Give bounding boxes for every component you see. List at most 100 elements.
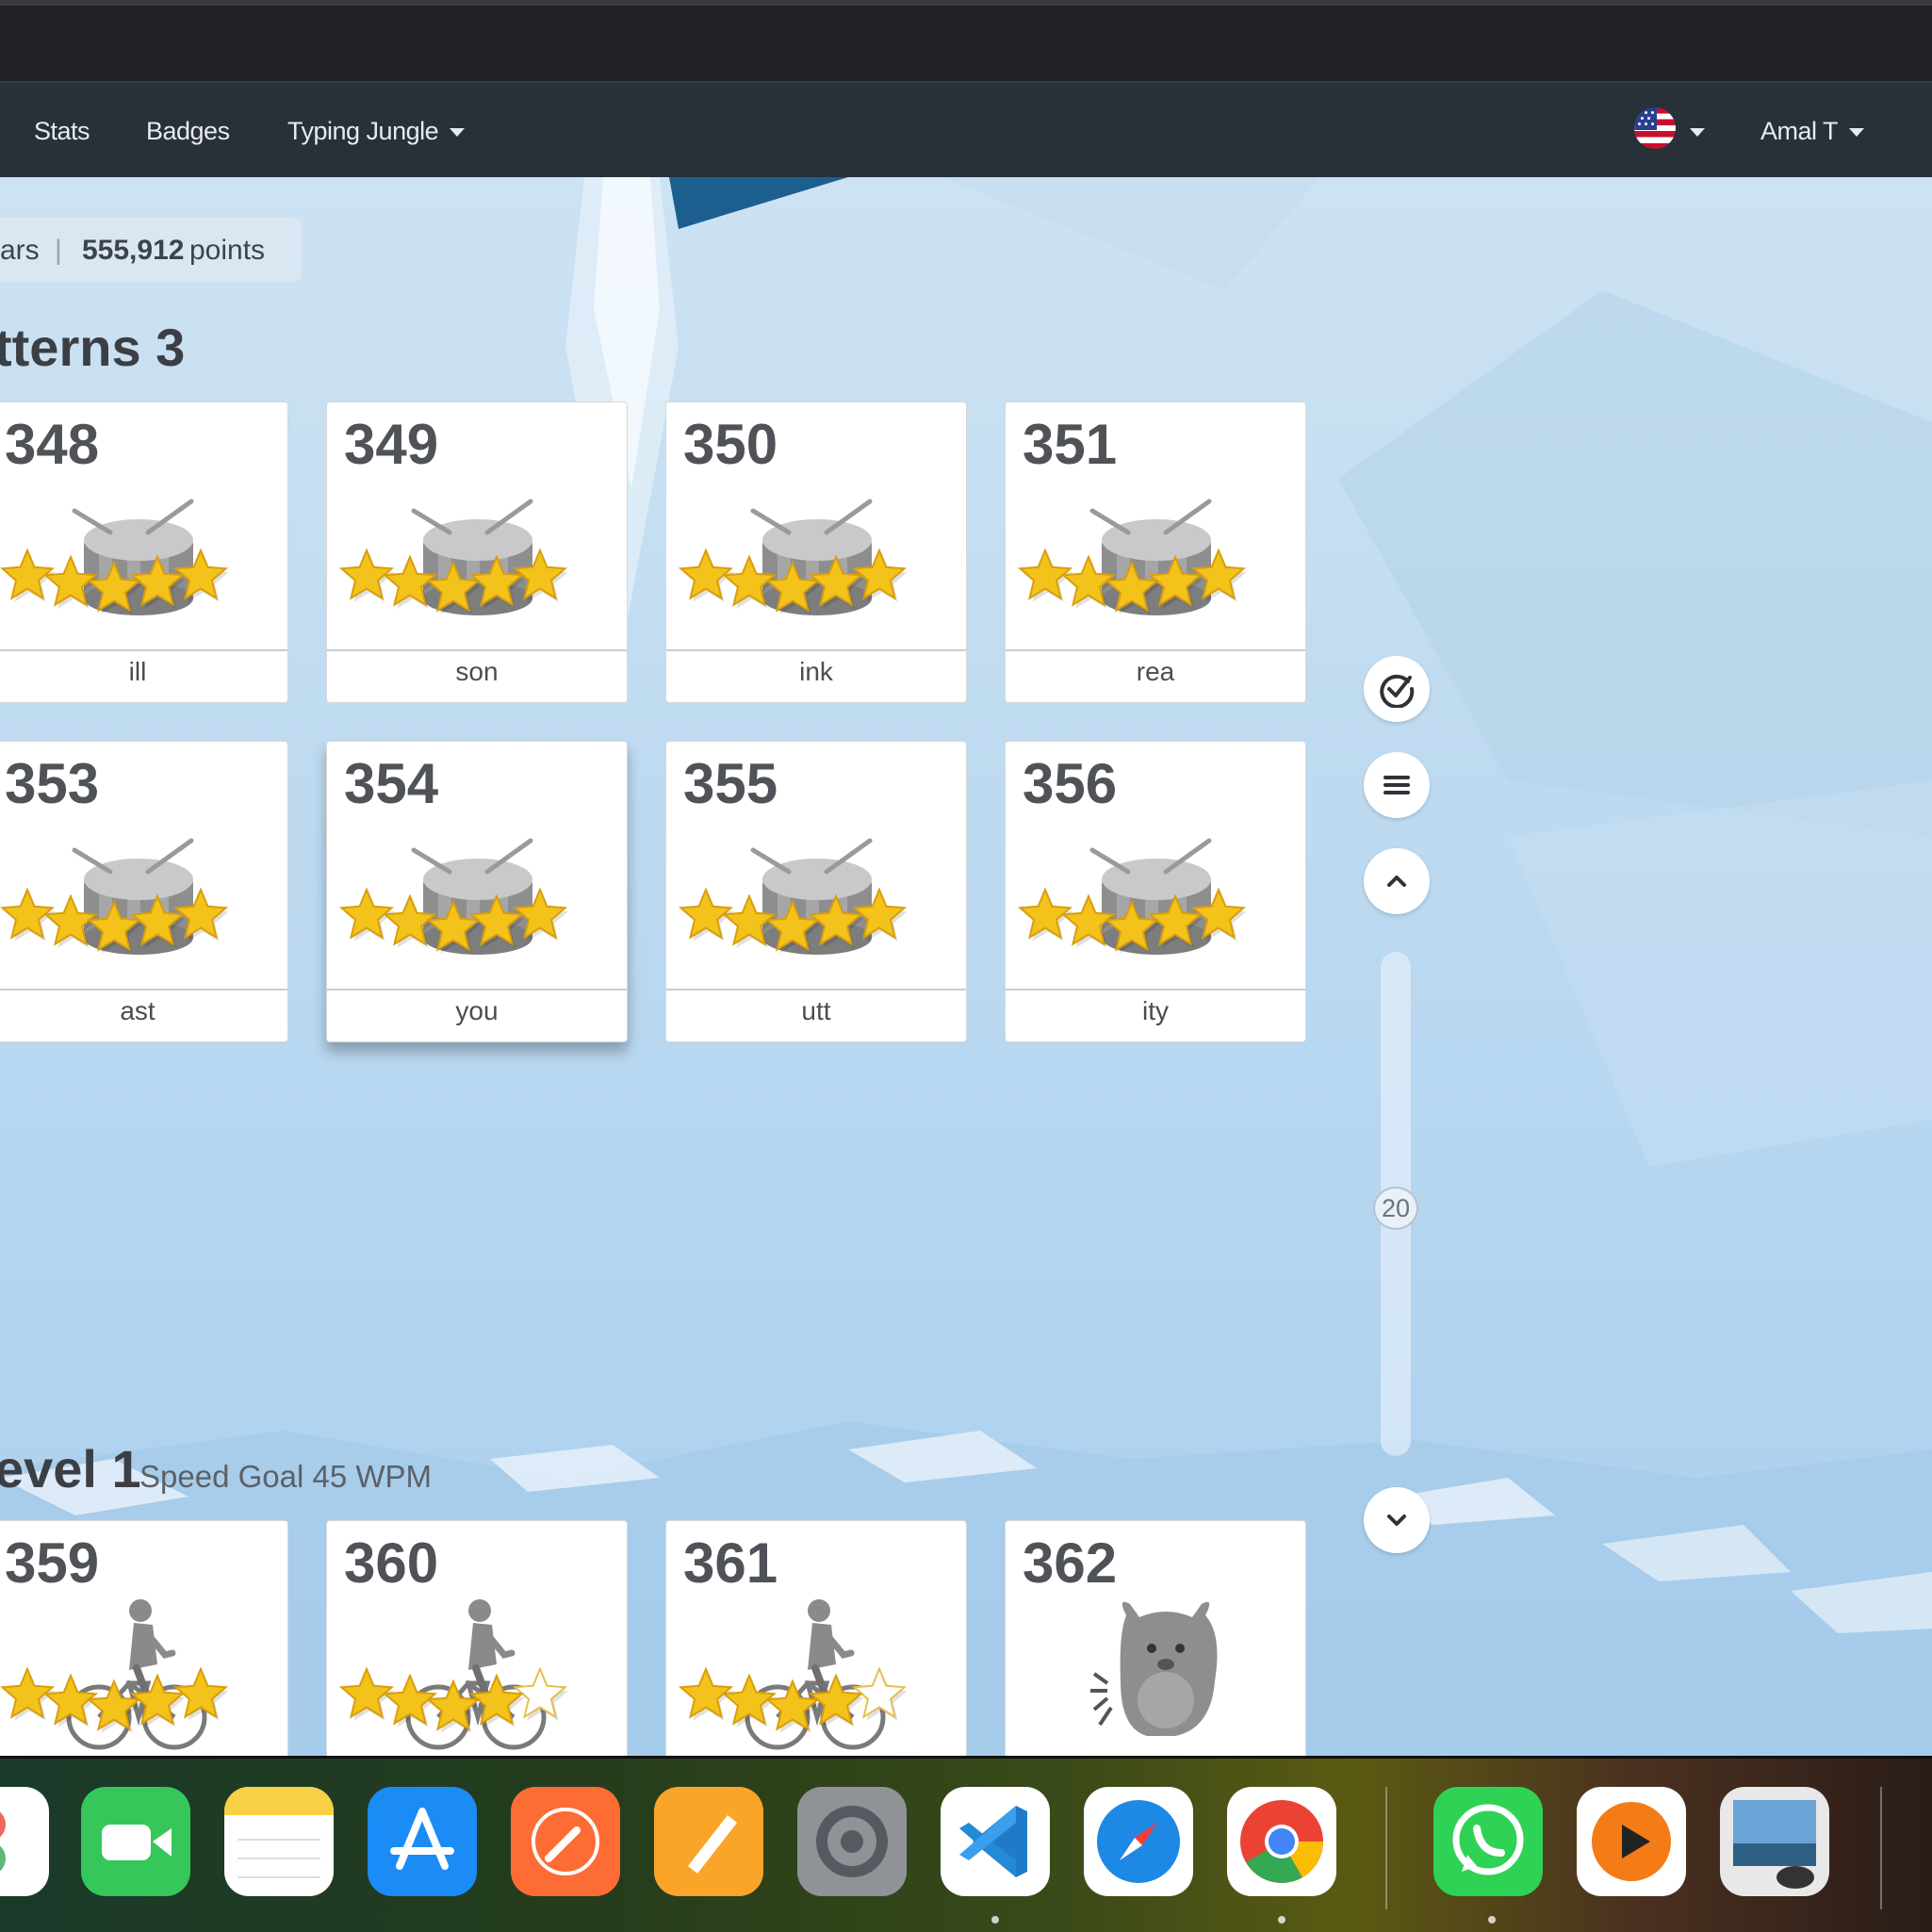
pages-icon[interactable] [654, 1787, 763, 1896]
language-caret-icon[interactable] [1690, 128, 1705, 137]
lesson-card-362[interactable]: 362 [1005, 1520, 1306, 1756]
card-divider [666, 649, 966, 651]
chevron-up-icon [1387, 876, 1406, 887]
macos-dock [0, 1756, 1932, 1932]
card-divider [666, 989, 966, 991]
lesson-number: 362 [1023, 1531, 1118, 1595]
lesson-card-348[interactable]: 348 ill [0, 401, 288, 703]
monster-icon [1090, 1601, 1218, 1736]
cyclist-icon [338, 1599, 568, 1750]
nav-typing-jungle-label: Typing Jungle [287, 117, 439, 145]
lesson-number: 349 [344, 413, 439, 476]
stats-separator: | [55, 235, 62, 266]
photos-icon[interactable] [0, 1787, 49, 1896]
lesson-card-359[interactable]: 359 [0, 1520, 288, 1756]
card-divider [327, 649, 627, 651]
chevron-down-icon [1849, 128, 1865, 138]
card-divider [327, 989, 627, 991]
drum-icon [338, 838, 568, 955]
lesson-number: 361 [683, 1531, 778, 1595]
infuse-icon[interactable] [1577, 1787, 1686, 1896]
drum-icon [678, 838, 908, 955]
dock-separator [1880, 1787, 1882, 1909]
lesson-card-349[interactable]: 349 son [326, 401, 628, 703]
scroll-up-button[interactable] [1364, 848, 1430, 914]
lesson-card-351[interactable]: 351 rea [1005, 401, 1306, 703]
chevron-down-icon [1387, 1514, 1406, 1526]
dock-separator [1385, 1787, 1387, 1909]
lesson-number: 350 [683, 413, 778, 476]
section-title-level-1: evel 1 [0, 1439, 141, 1498]
us-flag-icon[interactable] [1634, 107, 1676, 149]
drum-icon [678, 499, 908, 615]
lesson-label: son [455, 657, 499, 686]
notes-icon[interactable] [224, 1787, 334, 1896]
lesson-label: ast [120, 996, 156, 1025]
lesson-number: 348 [5, 413, 100, 476]
lesson-card-356[interactable]: 356 ity [1005, 741, 1306, 1042]
postman-icon[interactable] [511, 1787, 620, 1896]
lesson-card-361[interactable]: 361 [665, 1520, 967, 1756]
lesson-map-area: ars | 555,912 points tterns 3 evel 1 Spe… [0, 177, 1932, 1756]
lesson-card-354[interactable]: 354 you [326, 741, 628, 1042]
check-circle-icon [1380, 674, 1415, 708]
lesson-label: you [455, 996, 499, 1025]
chrome-icon[interactable] [1227, 1787, 1336, 1896]
lesson-number: 359 [5, 1531, 100, 1595]
lesson-label: ink [799, 657, 833, 686]
card-divider [1006, 649, 1305, 651]
user-name: Amal T [1760, 117, 1839, 145]
lesson-number: 355 [683, 752, 778, 815]
chevron-down-icon [450, 128, 466, 138]
lesson-label: ill [128, 657, 147, 686]
hamburger-icon [1384, 776, 1410, 794]
drum-icon [0, 499, 229, 615]
system-settings-icon[interactable] [797, 1787, 907, 1896]
stats-summary: ars | 555,912 points [0, 218, 302, 282]
menu-button[interactable] [1364, 752, 1430, 818]
lesson-number: 353 [5, 752, 100, 815]
facetime-icon[interactable] [81, 1787, 190, 1896]
nav-stats-link[interactable]: Stats [34, 117, 90, 146]
app-store-icon[interactable] [368, 1787, 477, 1896]
lesson-label: utt [801, 996, 831, 1025]
section-title-patterns-3: tterns 3 [0, 318, 186, 377]
stars-label-fragment: ars [0, 235, 40, 266]
nav-badges-link[interactable]: Badges [146, 117, 230, 146]
card-divider [0, 649, 287, 651]
running-app-indicator [991, 1916, 999, 1924]
user-menu-dropdown[interactable]: Amal T [1760, 117, 1865, 146]
lesson-card-360[interactable]: 360 [326, 1520, 628, 1756]
cyclist-icon [0, 1599, 229, 1750]
whatsapp-icon[interactable] [1433, 1787, 1543, 1896]
lesson-label: rea [1136, 657, 1175, 686]
points-label: points [189, 235, 266, 266]
drum-icon [1017, 499, 1247, 615]
browser-top-bar [0, 0, 1932, 83]
lesson-number: 354 [344, 752, 439, 815]
cyclist-icon [678, 1599, 908, 1750]
lesson-card-350[interactable]: 350 ink [665, 401, 967, 703]
lesson-number: 356 [1023, 752, 1118, 815]
lesson-card-353[interactable]: 353 ast [0, 741, 288, 1042]
card-divider [0, 989, 287, 991]
lesson-card-355[interactable]: 355 utt [665, 741, 967, 1042]
running-app-indicator [1278, 1916, 1285, 1924]
drum-icon [0, 838, 229, 955]
check-complete-button[interactable] [1364, 656, 1430, 722]
nav-typing-jungle-dropdown[interactable]: Typing Jungle [287, 117, 466, 146]
scroll-down-button[interactable] [1364, 1487, 1430, 1553]
lesson-number: 360 [344, 1531, 439, 1595]
lesson-number: 351 [1023, 413, 1118, 476]
points-value: 555,912 [82, 235, 185, 266]
drum-icon [1017, 838, 1247, 955]
speed-goal-label: Speed Goal 45 WPM [139, 1459, 432, 1494]
safari-icon[interactable] [1084, 1787, 1193, 1896]
card-divider [1006, 989, 1305, 991]
vscode-icon[interactable] [941, 1787, 1050, 1896]
preview-icon[interactable] [1720, 1787, 1829, 1896]
running-app-indicator [1488, 1916, 1496, 1924]
lesson-label: ity [1142, 996, 1169, 1025]
drum-icon [338, 499, 568, 615]
level-scroll-indicator[interactable]: 20 [1373, 1187, 1418, 1230]
